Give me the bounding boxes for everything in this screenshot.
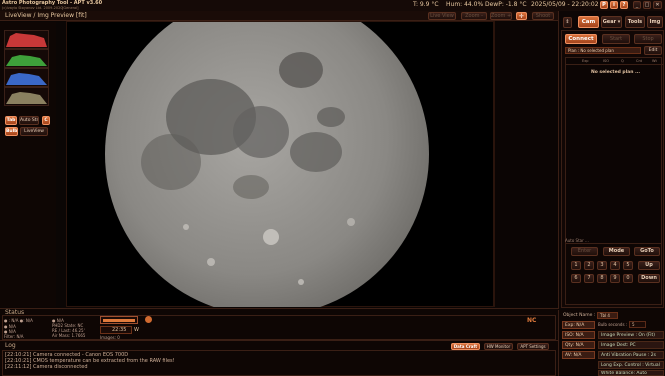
pin-button[interactable]: P xyxy=(600,1,608,9)
hum-readout: Hum: 44.0% xyxy=(446,1,484,8)
moon-image xyxy=(105,22,429,307)
col-wt: Wt xyxy=(652,59,657,63)
datetime-readout: 2025/05/09 - 22:20:02 xyxy=(531,1,599,8)
down-button[interactable]: Down xyxy=(638,274,660,283)
airmass: Air Mass: 1.7665 xyxy=(52,333,86,338)
up-button[interactable]: Up xyxy=(638,261,660,270)
profile-label: [General] xyxy=(62,6,79,10)
plan-table: Exp ISO Q Cnt Wt No selected plan ... xyxy=(565,57,663,247)
goto-button[interactable]: GoTo xyxy=(634,247,660,256)
key-9[interactable]: 9 xyxy=(610,274,620,283)
window-controls: P i ? _ □ ✕ xyxy=(600,1,664,10)
left-tools-panel: Tab Auto Str C Bulb LiveView xyxy=(0,22,56,307)
log-panel: Log Data Craft HW Monitor APT Settings [… xyxy=(0,340,558,376)
info-button[interactable]: i xyxy=(610,1,618,9)
c-button[interactable]: C xyxy=(42,116,50,125)
camera-settings-panel: Object Name : Tbl 4 Exp: N/A Bulb second… xyxy=(558,310,665,376)
key-5[interactable]: 5 xyxy=(623,261,633,270)
liveview-toggle-button[interactable]: LiveView xyxy=(20,127,48,136)
title-bar: Astro Photography Tool - APT v3.60 (c)Iv… xyxy=(0,0,665,11)
iso-select[interactable]: ISO: N/A xyxy=(562,331,595,339)
enter-button[interactable]: Enter xyxy=(571,247,598,256)
zoom-minus-button[interactable]: Zoom - xyxy=(461,12,487,20)
liveview-header: LiveView / Img Preview [fit] Live View Z… xyxy=(0,11,558,21)
status-line1: ● : N/A ●: N/A xyxy=(4,318,33,323)
dewp-readout: DewP: -1.8 °C xyxy=(485,1,527,8)
zoom-plus-button[interactable]: Zoom + xyxy=(490,12,512,20)
exp-select[interactable]: Exp: N/A xyxy=(562,321,595,329)
progress-fill xyxy=(103,319,135,322)
image-preview-select[interactable]: Image Preview : On (Fit) xyxy=(598,331,664,339)
maximize-button[interactable]: □ xyxy=(643,1,651,9)
key-1[interactable]: 1 xyxy=(571,261,581,270)
nc-indicator: NC xyxy=(527,317,537,324)
log-label: Log xyxy=(5,342,16,349)
histogram-display xyxy=(4,30,49,106)
bulb-button[interactable]: Bulb xyxy=(5,127,18,136)
tab-toggle-button[interactable]: Tab xyxy=(5,116,17,125)
status-led-icon xyxy=(145,316,152,323)
object-name-label: Object Name : xyxy=(563,313,596,318)
col-exp: Exp xyxy=(582,59,589,63)
shoot-button[interactable]: Shoot xyxy=(532,12,554,20)
key-8[interactable]: 8 xyxy=(597,274,607,283)
col-cnt: Cnt xyxy=(636,59,643,63)
log-line-3: [22:11:12] Camera disconnected xyxy=(5,364,88,370)
bulb-seconds-label: Bulb seconds : xyxy=(598,322,628,327)
no-plan-text: No selected plan ... xyxy=(591,70,641,75)
start-button[interactable]: Start xyxy=(602,34,630,44)
col-iso: ISO xyxy=(603,59,610,63)
av-select[interactable]: AV: N/A xyxy=(562,351,595,359)
progress-bar xyxy=(100,316,138,324)
auto-stretch-button[interactable]: Auto Str xyxy=(19,116,39,125)
tab-img[interactable]: Img xyxy=(647,16,663,28)
liveview-title: LiveView / Img Preview [fit] xyxy=(5,12,87,19)
image-dest-select[interactable]: Image Dest: PC xyxy=(598,341,664,349)
object-name-input[interactable]: Tbl 4 xyxy=(597,312,618,319)
bulb-seconds-input[interactable]: 5 xyxy=(629,321,646,328)
live-view-button[interactable]: Live View xyxy=(428,12,456,20)
preview-right-gap xyxy=(494,21,558,307)
filter-status: Filter: N/A xyxy=(4,334,24,339)
qty-select[interactable]: Qty: N/A xyxy=(562,341,595,349)
connect-button[interactable]: Connect xyxy=(565,34,597,44)
hw-monitor-button[interactable]: HW Monitor xyxy=(484,343,513,350)
tab-cam[interactable]: Cam xyxy=(578,16,599,28)
tab-tools[interactable]: Tools xyxy=(625,16,645,28)
tab-gear[interactable]: Gear ▾ xyxy=(601,16,622,28)
key-4[interactable]: 4 xyxy=(610,261,620,270)
plan-table-header: Exp ISO Q Cnt Wt xyxy=(566,58,663,65)
col-q: Q xyxy=(621,59,624,63)
long-exp-control-select[interactable]: Long Exp. Control : Virtual xyxy=(598,361,664,369)
key-2[interactable]: 2 xyxy=(584,261,594,270)
help-button[interactable]: ? xyxy=(620,1,628,9)
app-subtitle: (c)Ivaylo Stoyanov Ltd. 2009-2020 xyxy=(2,6,63,10)
key-0[interactable]: 0 xyxy=(623,274,633,283)
autostar-panel: Enter Mode GoTo 1 2 3 4 5 Up 6 7 8 9 0 D… xyxy=(565,243,662,305)
anti-vibration-select[interactable]: Anti Vibration Pause : 2s xyxy=(598,351,664,359)
temp-readout: T: 9.9 °C xyxy=(413,1,439,8)
plan-edit-button[interactable]: Edit xyxy=(644,46,662,55)
white-balance-select[interactable]: White Balance: Auto xyxy=(598,370,664,376)
close-button[interactable]: ✕ xyxy=(653,1,662,9)
key-3[interactable]: 3 xyxy=(597,261,607,270)
minimize-button[interactable]: _ xyxy=(633,1,641,9)
crosshair-button[interactable]: ✛ xyxy=(516,12,527,20)
cam-tab-body: Connect Start Stop Plan : No selected pl… xyxy=(561,30,664,308)
panel-toggle-button[interactable]: ⇕ xyxy=(563,17,572,28)
status-panel: Status ● : N/A ●: N/A ● N/A ● N/A ● N/A … xyxy=(0,308,558,340)
time-value: 22:35 xyxy=(112,327,127,333)
data-craft-button[interactable]: Data Craft xyxy=(451,343,480,350)
stop-button[interactable]: Stop xyxy=(634,34,662,44)
right-panel: ⇕ Cam Gear ▾ Tools Img Connect Start Sto… xyxy=(558,11,665,309)
key-6[interactable]: 6 xyxy=(571,274,581,283)
apt-settings-button[interactable]: APT Settings xyxy=(517,343,549,350)
mode-button[interactable]: Mode xyxy=(603,247,630,256)
key-7[interactable]: 7 xyxy=(584,274,594,283)
time-w: W xyxy=(134,327,139,333)
plan-select[interactable]: Plan : No selected plan xyxy=(565,47,641,54)
image-preview-frame xyxy=(66,21,494,307)
